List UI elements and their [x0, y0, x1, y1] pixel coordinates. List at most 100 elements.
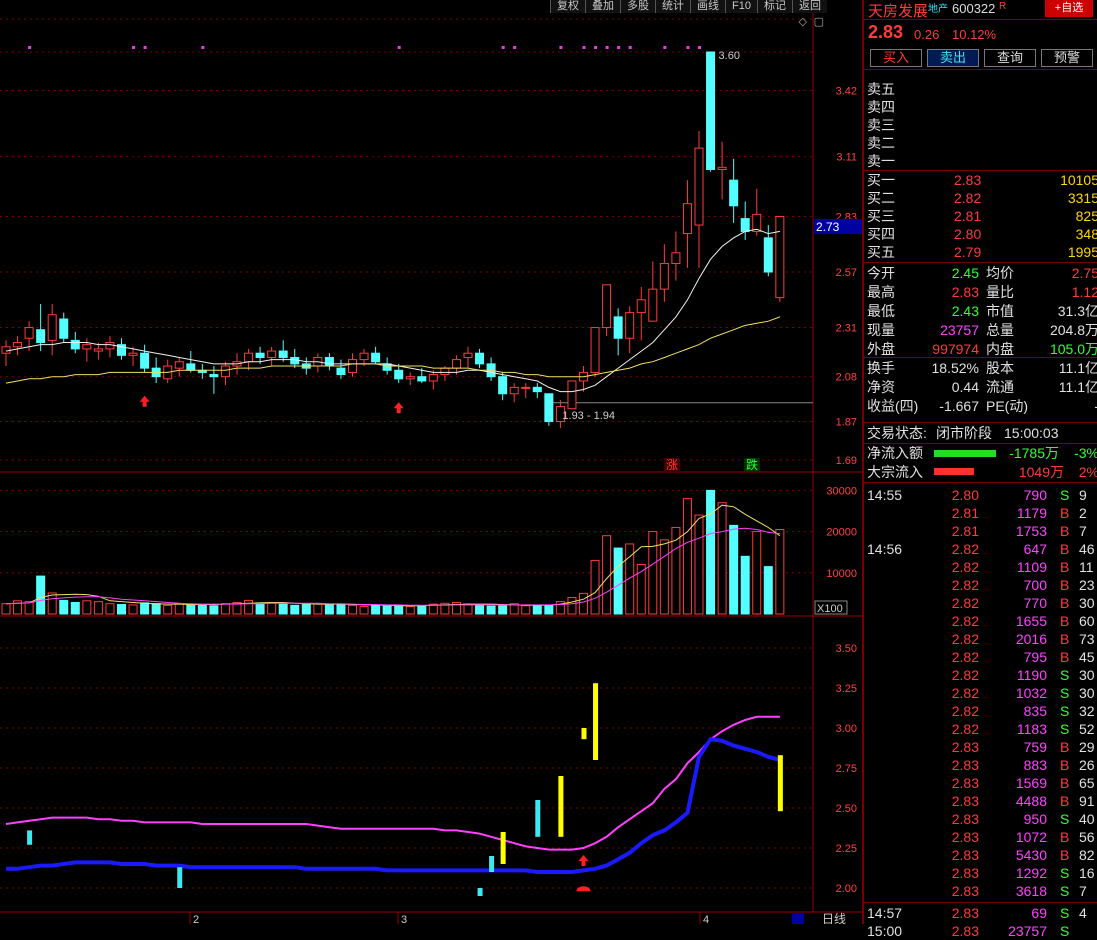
candle-body[interactable] [174, 361, 184, 369]
candle-body[interactable] [220, 365, 230, 378]
buy-button[interactable]: 买入 [870, 49, 922, 67]
signal-dot [617, 46, 621, 49]
bid-row-cell: 买一 [867, 172, 895, 188]
candle-body[interactable] [463, 352, 473, 358]
candle-body[interactable] [521, 386, 531, 389]
candle-body[interactable] [405, 376, 415, 380]
candle-body[interactable] [451, 359, 461, 369]
tick-row-cell: 2.82 [951, 721, 979, 737]
tick-row-cell: S [1060, 883, 1070, 899]
candle-body[interactable] [428, 374, 438, 382]
volume-bar [197, 604, 207, 615]
candle-body[interactable] [613, 316, 623, 339]
candle-body[interactable] [267, 350, 277, 358]
candle-body[interactable] [47, 314, 57, 341]
toolbar-button-2[interactable]: 多股 [620, 0, 656, 13]
candle-body[interactable] [509, 386, 519, 395]
diamond-icon[interactable]: ◇ [799, 15, 807, 28]
tick-row: 2.82 795 B 45 [864, 648, 1097, 666]
candle-body[interactable] [186, 363, 196, 371]
volume-bar [267, 601, 277, 615]
alert-button[interactable]: 预警 [1041, 49, 1093, 67]
candle-body[interactable] [93, 348, 103, 352]
toolbar-button-5[interactable]: F10 [725, 0, 757, 13]
candle-body[interactable] [544, 393, 554, 423]
candle-body[interactable] [36, 329, 46, 344]
candle-body[interactable] [324, 356, 334, 367]
candle-body[interactable] [255, 352, 265, 358]
stat-row-cell: 18.52% [931, 360, 979, 376]
period-tab: 日线 [822, 912, 846, 924]
toolbar-button-4[interactable]: 画线 [690, 0, 726, 13]
candle-body[interactable] [659, 262, 669, 290]
bid-row-cell: 买四 [867, 226, 895, 242]
candle-body[interactable] [336, 367, 346, 376]
candle-body[interactable] [717, 166, 727, 170]
volume-bar [521, 605, 531, 615]
candle-body[interactable] [244, 352, 254, 363]
candle-body[interactable] [590, 327, 600, 373]
candle-body[interactable] [602, 284, 612, 329]
candle-body[interactable] [348, 359, 357, 373]
signal-dot [686, 46, 690, 49]
candle-body[interactable] [694, 147, 704, 226]
candle-body[interactable] [671, 252, 681, 264]
tick-row-cell: 23757 [1008, 923, 1047, 939]
candle-body[interactable] [70, 339, 80, 350]
candle-body[interactable] [24, 327, 34, 339]
candle-body[interactable] [209, 374, 219, 378]
candle-body[interactable] [706, 51, 716, 170]
scroll-button[interactable] [792, 913, 804, 924]
candle-body[interactable] [475, 352, 485, 365]
candle-body[interactable] [290, 356, 300, 365]
candle-body[interactable] [532, 386, 542, 393]
candle-body[interactable] [682, 203, 692, 235]
toolbar-button-6[interactable]: 标记 [757, 0, 792, 13]
toolbar-button-3[interactable]: 统计 [655, 0, 691, 13]
buy-arrow-icon [578, 855, 589, 866]
candle-body[interactable] [140, 352, 150, 369]
candle-body[interactable] [763, 237, 773, 273]
tick-row-cell: S [1060, 667, 1070, 683]
tick-row: 2.82 1190 S 30 [864, 666, 1097, 684]
candle-body[interactable] [417, 376, 427, 382]
candle-body[interactable] [128, 352, 138, 356]
candle-body[interactable] [440, 367, 450, 376]
volume-bar [405, 606, 415, 615]
candle-body[interactable] [82, 344, 92, 350]
sell-button[interactable]: 卖出 [927, 49, 979, 67]
tick-row-cell: 1072 [1015, 829, 1047, 845]
candle-body[interactable] [729, 179, 739, 207]
candle-body[interactable] [278, 350, 288, 358]
candle-body[interactable] [1, 346, 11, 354]
candle-body[interactable] [775, 215, 785, 299]
add-favorite-button[interactable]: +自选 [1045, 0, 1093, 17]
stat-row: 今开 2.45 均价 2.75 [864, 264, 1097, 282]
toolbar-button-1[interactable]: 叠加 [585, 0, 621, 13]
stat-row-cell: 流通 [986, 379, 1014, 395]
candle-body[interactable] [371, 352, 381, 363]
square-icon[interactable]: ▢ [814, 15, 824, 28]
candle-body[interactable] [359, 352, 369, 361]
candle-body[interactable] [498, 376, 508, 395]
candle-body[interactable] [636, 299, 646, 314]
candle-body[interactable] [625, 312, 635, 339]
main-chart-area[interactable]: 3.42 3.11 2.83 2.57 2.31 2.08 1.87 1.69 3.60 1.93… [0, 0, 862, 924]
candle-body[interactable] [13, 342, 23, 348]
stat-row-cell: 997974 [932, 341, 979, 357]
bid-row-cell: 2.83 [954, 172, 982, 188]
candle-body[interactable] [59, 318, 69, 339]
candle-body[interactable] [394, 369, 404, 380]
action-buttons: 买入 卖出 查询 预警 [864, 46, 1097, 70]
candle-body[interactable] [105, 342, 115, 350]
kline-chart[interactable]: 3.423.112.832.572.312.081.871.693.601.93… [0, 0, 862, 924]
candle-body[interactable] [567, 380, 577, 410]
candle-body[interactable] [648, 288, 658, 322]
candle-body[interactable] [740, 218, 750, 232]
query-button[interactable]: 查询 [984, 49, 1036, 67]
price-line: 2.83 0.26 10.12% [864, 20, 1097, 46]
tick-row-cell: S [1060, 685, 1070, 701]
toolbar-button-7[interactable]: 返回 [792, 0, 827, 13]
toolbar-button-0[interactable]: 复权 [550, 0, 586, 13]
tick-row: 2.83 1569 B 65 [864, 774, 1097, 792]
